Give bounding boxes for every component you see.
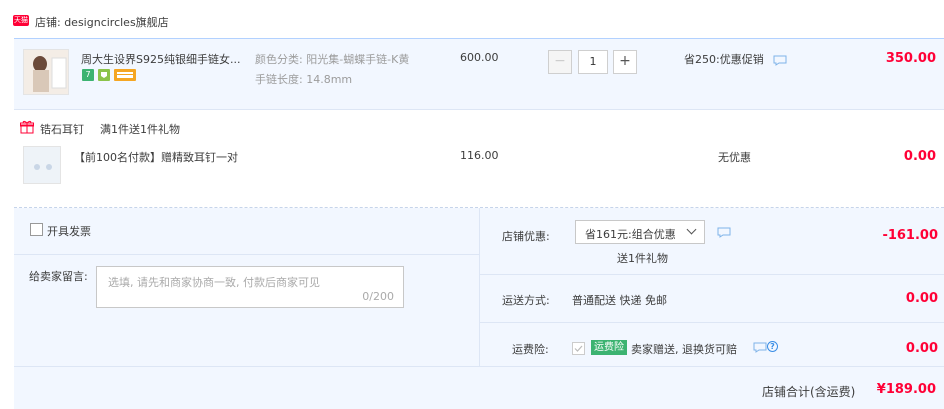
promo-info-icon[interactable]	[773, 55, 787, 66]
item-promo: 省250:优惠促销	[684, 53, 764, 66]
item-title[interactable]: 周大生设界S925纯银细手链女...	[81, 51, 240, 67]
insurance-badge: 运费险	[591, 340, 627, 355]
decrease-quantity-button[interactable]: −	[548, 50, 572, 74]
insurance-checkbox[interactable]	[572, 342, 585, 355]
discount-selected: 省161元:组合优惠	[585, 228, 676, 241]
message-label: 给卖家留言:	[29, 270, 88, 283]
discount-select[interactable]: 省161元:组合优惠	[575, 220, 705, 244]
gift-rule: 满1件送1件礼物	[100, 123, 180, 136]
gift-unit-price: 116.00	[460, 149, 499, 162]
discount-label: 店铺优惠:	[502, 230, 550, 243]
guarantee-icon	[98, 69, 110, 81]
product-image-icon	[24, 50, 68, 94]
shipping-amount: 0.00	[905, 291, 938, 306]
message-input[interactable]: 选填, 请先和商家协商一致, 付款后商家可见 0/200	[96, 266, 404, 308]
gift-amount: 0.00	[903, 149, 936, 164]
earrings-image-icon	[24, 147, 60, 183]
divider	[480, 322, 944, 323]
gift-icon	[20, 120, 34, 134]
discount-amount: -161.00	[882, 228, 938, 243]
gift-name: 锆石耳钉	[40, 123, 84, 136]
gift-thumbnail[interactable]	[23, 146, 61, 184]
tmall-badge: 天猫	[13, 15, 29, 26]
quantity-stepper: − 1 +	[548, 50, 641, 74]
chevron-down-icon	[686, 224, 697, 235]
gift-item-title[interactable]: 【前100名付款】赠精致耳钉一对	[74, 149, 238, 165]
total-amount: ¥189.00	[876, 382, 936, 397]
insurance-chat-icon[interactable]	[753, 342, 767, 353]
order-options: 开具发票 给卖家留言: 选填, 请先和商家协商一致, 付款后商家可见 0/200…	[14, 208, 944, 409]
credit-card-icon	[114, 69, 136, 81]
sku-length: 手链长度: 14.8mm	[255, 73, 353, 86]
gift-promo-row: 锆石耳钉 满1件送1件礼物	[0, 110, 944, 138]
insurance-label: 运费险:	[512, 343, 549, 356]
store-header: 天猫 店铺: designcircles旗舰店	[0, 0, 944, 38]
order-notes-pane: 开具发票 给卖家留言: 选填, 请先和商家协商一致, 付款后商家可见 0/200	[14, 208, 479, 366]
sku-color: 颜色分类: 阳光集-蝴蝶手链-K黄	[255, 53, 410, 66]
product-thumbnail[interactable]	[23, 49, 69, 95]
insurance-text: 卖家赠送, 退换货可赔	[631, 343, 737, 356]
invoice-label[interactable]: 开具发票	[47, 223, 91, 239]
invoice-checkbox[interactable]	[30, 223, 43, 236]
discount-info-icon[interactable]	[717, 227, 731, 238]
gift-promo: 无优惠	[718, 151, 751, 164]
unit-price: 600.00	[460, 51, 499, 64]
cart-item-bracelet: 周大生设界S925纯银细手链女... 7 颜色分类: 阳光集-蝴蝶手链-K黄 手…	[14, 38, 944, 110]
divider	[14, 254, 479, 255]
divider	[480, 274, 944, 275]
help-icon[interactable]: ?	[767, 341, 778, 352]
order-summary-pane: 店铺优惠: 省161元:组合优惠 送1件礼物 -161.00 运送方式: 普通配…	[479, 208, 944, 366]
cart-item-earrings: 【前100名付款】赠精致耳钉一对 116.00 无优惠 0.00	[14, 138, 944, 208]
quantity-input[interactable]: 1	[578, 50, 608, 74]
message-placeholder: 选填, 请先和商家协商一致, 付款后商家可见	[108, 276, 320, 289]
insurance-amount: 0.00	[905, 341, 938, 356]
check-icon	[574, 345, 583, 352]
discount-gift-note: 送1件礼物	[617, 252, 668, 265]
shipping-label: 运送方式:	[502, 294, 550, 307]
store-total-row: 店铺合计(含运费) ¥189.00	[14, 366, 944, 409]
increase-quantity-button[interactable]: +	[613, 50, 637, 74]
message-char-count: 0/200	[362, 290, 394, 303]
store-name[interactable]: 店铺: designcircles旗舰店	[35, 14, 169, 30]
shipping-value: 普通配送 快递 免邮	[572, 294, 667, 307]
item-amount: 350.00	[885, 51, 936, 66]
seven-day-return-icon: 7	[82, 69, 94, 81]
